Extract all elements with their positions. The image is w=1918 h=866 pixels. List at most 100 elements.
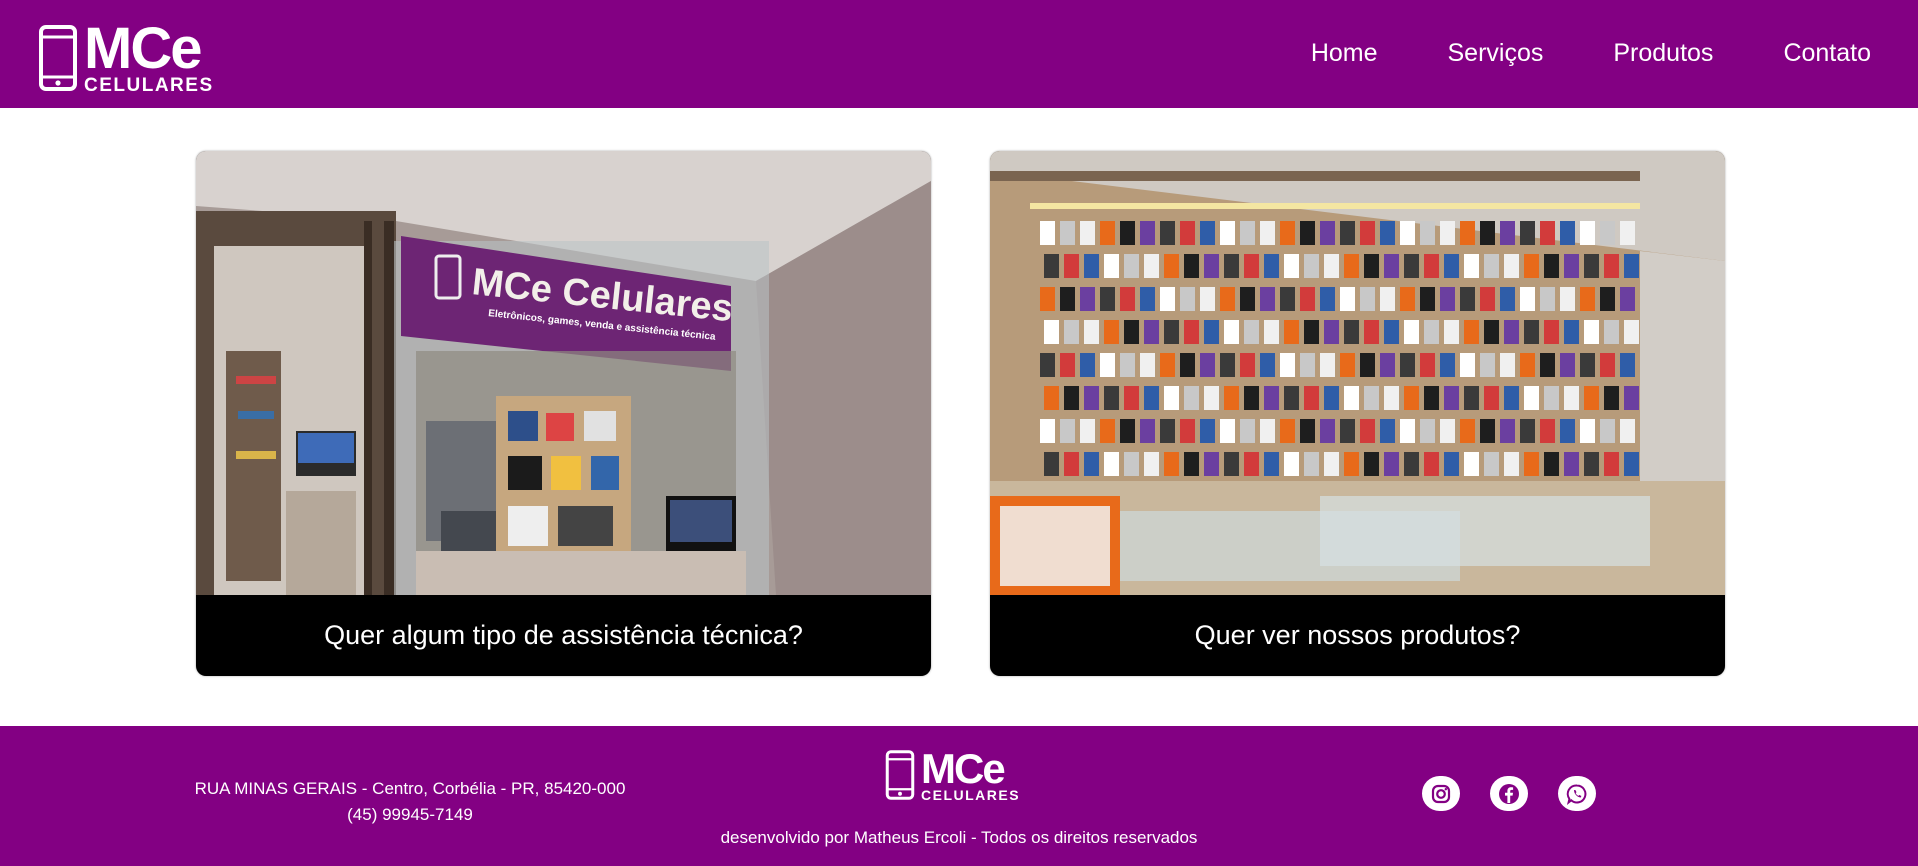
instagram-link[interactable] — [1422, 776, 1460, 811]
product-package — [1340, 221, 1355, 245]
product-package — [1540, 353, 1555, 377]
product-package — [1144, 452, 1159, 476]
product-package — [1504, 452, 1519, 476]
product-package — [1284, 452, 1299, 476]
product-package — [1120, 353, 1135, 377]
product-package — [1624, 386, 1639, 410]
product-package — [1064, 452, 1079, 476]
product-package — [1120, 419, 1135, 443]
product-package — [1164, 452, 1179, 476]
product-package — [1480, 419, 1495, 443]
product-package — [1104, 386, 1119, 410]
nav-servicos[interactable]: Serviços — [1448, 38, 1544, 68]
site-header: MCe CELULARES Home Serviços Produtos Con… — [0, 0, 1918, 108]
product-package — [1184, 386, 1199, 410]
product-package — [1344, 386, 1359, 410]
product-package — [1264, 320, 1279, 344]
facebook-link[interactable] — [1490, 776, 1528, 811]
product-package — [1584, 386, 1599, 410]
header-logo[interactable]: MCe CELULARES — [38, 20, 214, 95]
product-package — [1600, 221, 1615, 245]
product-package — [1564, 386, 1579, 410]
product-package — [1260, 353, 1275, 377]
product-package — [1540, 221, 1555, 245]
product-package — [1464, 452, 1479, 476]
nav-contato[interactable]: Contato — [1783, 38, 1871, 68]
product-package — [1244, 452, 1259, 476]
nav-home[interactable]: Home — [1311, 38, 1378, 68]
product-package — [1100, 287, 1115, 311]
product-package — [1264, 386, 1279, 410]
product-package — [1240, 419, 1255, 443]
product-package — [1160, 287, 1175, 311]
product-package — [1520, 221, 1535, 245]
product-package — [1220, 419, 1235, 443]
product-package — [1084, 386, 1099, 410]
product-package — [1324, 254, 1339, 278]
product-package — [1060, 419, 1075, 443]
product-package — [1600, 287, 1615, 311]
product-package — [1560, 221, 1575, 245]
product-package — [1040, 353, 1055, 377]
product-package — [1160, 419, 1175, 443]
product-package — [1240, 353, 1255, 377]
product-package — [1304, 386, 1319, 410]
product-package — [1104, 254, 1119, 278]
site-footer: RUA MINAS GERAIS - Centro, Corbélia - PR… — [0, 726, 1918, 866]
product-package — [1440, 419, 1455, 443]
product-package — [1560, 287, 1575, 311]
product-package — [1120, 287, 1135, 311]
footer-logo[interactable]: MCe CELULARES — [885, 748, 1020, 802]
product-package — [1204, 452, 1219, 476]
product-package — [1040, 287, 1055, 311]
product-package — [1064, 320, 1079, 344]
social-links — [1422, 776, 1596, 811]
product-package — [1080, 353, 1095, 377]
product-package — [1584, 320, 1599, 344]
product-package — [1044, 386, 1059, 410]
product-package — [1380, 287, 1395, 311]
product-package — [1204, 254, 1219, 278]
products-card[interactable]: Quer ver nossos produtos? — [990, 151, 1725, 676]
logo-wordmark: MCe — [84, 16, 202, 81]
product-package — [1104, 320, 1119, 344]
product-package — [1180, 353, 1195, 377]
product-package — [1300, 353, 1315, 377]
product-package — [1084, 320, 1099, 344]
product-package — [1340, 353, 1355, 377]
product-package — [1200, 287, 1215, 311]
whatsapp-link[interactable] — [1558, 776, 1596, 811]
logo-subtitle: CELULARES — [921, 787, 1021, 803]
product-package — [1204, 386, 1219, 410]
products-wall-photo — [990, 151, 1725, 595]
nav-produtos[interactable]: Produtos — [1613, 38, 1713, 68]
product-package — [1140, 419, 1155, 443]
product-package — [1404, 452, 1419, 476]
product-package — [1404, 254, 1419, 278]
product-package — [1300, 419, 1315, 443]
product-package — [1544, 320, 1559, 344]
product-package — [1144, 386, 1159, 410]
product-package — [1604, 452, 1619, 476]
product-package — [1544, 254, 1559, 278]
product-package — [1264, 452, 1279, 476]
product-package — [1580, 287, 1595, 311]
product-package — [1080, 221, 1095, 245]
service-card[interactable]: MCe Celulares Eletrônicos, games, venda … — [196, 151, 931, 676]
product-package — [1500, 221, 1515, 245]
product-package — [1040, 419, 1055, 443]
product-package — [1184, 452, 1199, 476]
product-package — [1164, 320, 1179, 344]
product-package — [1560, 419, 1575, 443]
product-package — [1484, 386, 1499, 410]
product-package — [1344, 452, 1359, 476]
product-package — [1260, 419, 1275, 443]
product-package — [1444, 254, 1459, 278]
address-line: RUA MINAS GERAIS - Centro, Corbélia - PR… — [194, 779, 626, 798]
product-package — [1320, 353, 1335, 377]
facebook-icon — [1499, 783, 1519, 804]
product-package — [1100, 353, 1115, 377]
product-package — [1440, 221, 1455, 245]
product-package — [1624, 452, 1639, 476]
product-package — [1600, 353, 1615, 377]
